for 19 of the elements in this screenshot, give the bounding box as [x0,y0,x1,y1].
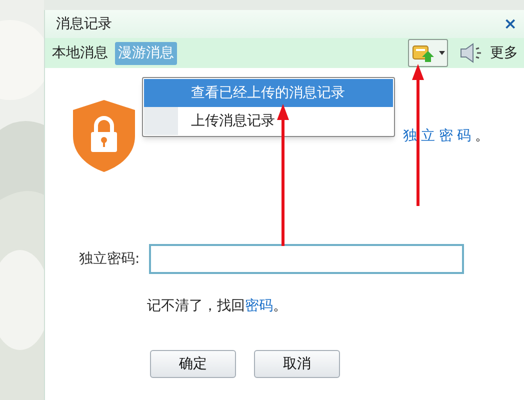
upload-chat-icon [411,43,437,63]
close-button[interactable]: × [504,12,517,36]
recover-link[interactable]: 密码 [245,296,273,317]
dialog-button[interactable]: 确定 [150,350,236,378]
dialog-button[interactable]: 取消 [254,350,340,378]
password-label: 独立密码: [79,250,141,268]
period-text: 。 [273,297,287,316]
menu-item[interactable]: 查看已经上传的消息记录 [144,79,393,107]
password-link[interactable]: 独立密码 [403,126,475,147]
more-button[interactable]: 更多 [490,42,518,64]
recover-text: 记不清了，找回 [147,297,245,316]
upload-button[interactable] [408,39,448,67]
window-title: 消息记录 [56,14,112,34]
shield-lock-icon [71,98,137,174]
tab[interactable]: 本地消息 [51,42,109,64]
password-field[interactable] [149,244,464,274]
period-text: 。 [475,127,489,146]
caret-icon [439,51,445,55]
speaker-icon[interactable] [458,42,484,64]
